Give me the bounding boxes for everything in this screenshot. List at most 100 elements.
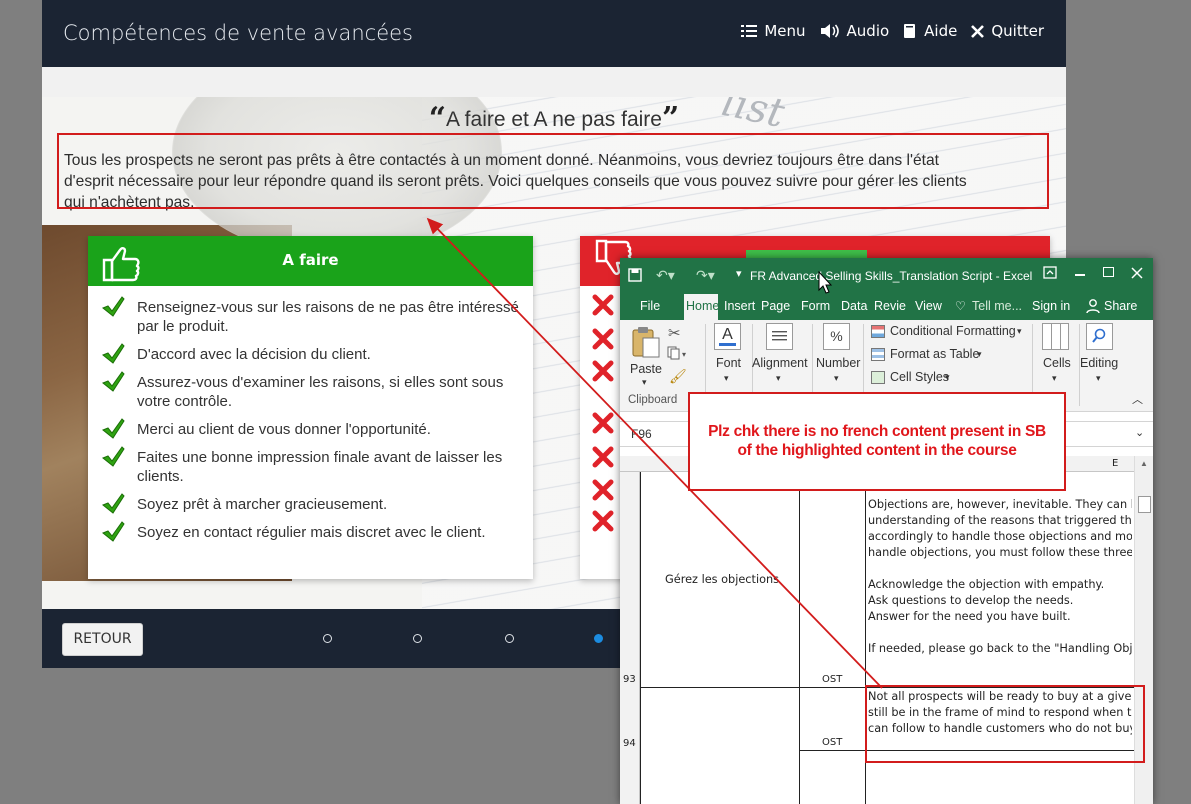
quit-button[interactable]: Quitter: [971, 22, 1044, 40]
open-quote-icon: “: [428, 101, 446, 136]
font-icon[interactable]: A: [714, 323, 741, 350]
cell-styles-icon: [871, 371, 885, 384]
font-group-button[interactable]: Font: [716, 356, 741, 370]
check-icon: [101, 493, 125, 520]
alignment-group-button[interactable]: Alignment: [752, 356, 808, 370]
cell-row93-type[interactable]: OST: [822, 672, 842, 688]
format-painter-icon[interactable]: 🖌: [669, 368, 687, 385]
back-button[interactable]: RETOUR: [62, 623, 143, 656]
tell-me-search[interactable]: Tell me...: [972, 299, 1022, 313]
maximize-icon[interactable]: [1103, 267, 1114, 277]
cell-styles-button[interactable]: Cell Styles: [890, 370, 949, 384]
audio-button[interactable]: Audio: [820, 22, 889, 40]
page-dot-1[interactable]: [323, 634, 332, 643]
cell-row93-english-text[interactable]: Objections are, however, inevitable. The…: [868, 497, 1132, 657]
x-mark-icon: [592, 328, 614, 355]
slide-heading: “A faire et A ne pas faire”: [42, 101, 1066, 136]
cell-line: handle objections, you must follow these…: [868, 546, 1132, 559]
quick-access-dropdown-icon[interactable]: ▾: [736, 267, 742, 280]
sign-in-link[interactable]: Sign in: [1032, 299, 1070, 313]
row-number-94[interactable]: 94: [623, 736, 636, 752]
check-icon: [101, 296, 125, 323]
paste-icon[interactable]: [631, 326, 661, 363]
cell-row94-type[interactable]: OST: [822, 735, 842, 751]
column-divider: [799, 472, 800, 804]
format-as-table-dropdown-icon[interactable]: ▾: [977, 349, 982, 360]
formula-bar-dropdown-icon[interactable]: ⌄: [1135, 426, 1144, 439]
x-mark-icon: [592, 446, 614, 473]
cell-line: Answer for the need you have built.: [868, 610, 1071, 623]
scroll-thumb[interactable]: [1138, 496, 1151, 513]
tab-insert[interactable]: Insert: [724, 299, 755, 313]
cell-line: Ask questions to develop the needs.: [868, 594, 1074, 607]
tab-data[interactable]: Data: [841, 299, 867, 313]
do-item: Soyez en contact régulier mais discret a…: [100, 521, 520, 542]
editing-dropdown-icon[interactable]: ▾: [1096, 373, 1101, 384]
help-label: Aide: [924, 22, 958, 40]
page-dot-2[interactable]: [413, 634, 422, 643]
share-button[interactable]: Share: [1104, 299, 1137, 313]
page-dot-3[interactable]: [505, 634, 514, 643]
conditional-formatting-dropdown-icon[interactable]: ▾: [1017, 326, 1022, 337]
tab-home[interactable]: Home: [684, 294, 718, 320]
cells-icon[interactable]: [1042, 323, 1069, 350]
x-mark-icon: [592, 510, 614, 537]
tab-page-layout[interactable]: Page: [761, 299, 790, 313]
minimize-icon[interactable]: [1075, 274, 1085, 276]
book-icon: [903, 23, 917, 39]
conditional-formatting-icon: [871, 325, 885, 338]
save-icon[interactable]: [628, 268, 642, 287]
redo-icon[interactable]: ↷▾: [696, 267, 715, 284]
window-close-icon[interactable]: [1131, 266, 1143, 284]
do-panel: A faire Renseignez-vous sur les raisons …: [88, 236, 533, 579]
do-item-text: Soyez en contact régulier mais discret a…: [137, 524, 486, 541]
do-item-text: Faites une bonne impression finale avant…: [137, 449, 503, 485]
collapse-ribbon-icon[interactable]: ︿: [1132, 391, 1143, 407]
tab-formulas[interactable]: Form: [801, 299, 831, 313]
magnifier-icon[interactable]: [1086, 323, 1113, 350]
tab-file[interactable]: File: [640, 299, 660, 313]
cells-group-button[interactable]: Cells: [1043, 356, 1071, 370]
do-panel-header: A faire: [88, 236, 533, 286]
cells-dropdown-icon[interactable]: ▾: [1052, 373, 1057, 384]
editing-group-button[interactable]: Editing: [1080, 356, 1118, 370]
number-group-button[interactable]: Number: [816, 356, 860, 370]
cut-icon[interactable]: ✂: [668, 324, 681, 342]
cell-styles-dropdown-icon[interactable]: ▾: [945, 372, 950, 383]
ribbon-display-icon[interactable]: [1043, 266, 1057, 284]
column-header-e[interactable]: E: [1112, 456, 1118, 472]
alignment-dropdown-icon[interactable]: ▾: [776, 373, 781, 384]
cell-line: understanding of the reasons that trigge…: [868, 514, 1132, 527]
clipboard-group-label: Clipboard: [628, 394, 678, 406]
do-item-text: Renseignez-vous sur les raisons de ne pa…: [137, 299, 519, 335]
percent-icon[interactable]: %: [823, 323, 850, 350]
check-icon: [101, 446, 125, 473]
paste-button[interactable]: Paste: [630, 362, 662, 376]
undo-icon[interactable]: ↶▾: [656, 267, 675, 284]
close-icon: [971, 24, 985, 38]
cell-row93-label[interactable]: Gérez les objections: [665, 572, 779, 588]
cell-line: [868, 625, 1132, 641]
x-mark-icon: [592, 412, 614, 439]
row-number-93[interactable]: 93: [623, 672, 636, 688]
course-nav: Menu Audio Aide Quitter: [741, 22, 1044, 40]
tab-review[interactable]: Revie: [874, 299, 906, 313]
font-dropdown-icon[interactable]: ▾: [724, 373, 729, 384]
menu-button[interactable]: Menu: [741, 22, 806, 40]
close-quote-icon: ”: [661, 101, 680, 136]
excel-ribbon-tabs: File Home Insert Page Form Data Revie Vi…: [620, 294, 1153, 320]
format-as-table-button[interactable]: Format as Table: [890, 347, 979, 361]
copy-icon[interactable]: ▾: [667, 346, 689, 365]
list-icon: [741, 24, 758, 38]
help-button[interactable]: Aide: [903, 22, 957, 40]
scroll-up-icon[interactable]: ▲: [1140, 459, 1148, 468]
review-comment-callout: Plz chk there is no french content prese…: [688, 392, 1066, 491]
number-dropdown-icon[interactable]: ▾: [834, 373, 839, 384]
conditional-formatting-button[interactable]: Conditional Formatting: [890, 324, 1016, 338]
cell-line: Acknowledge the objection with empathy.: [868, 578, 1105, 591]
alignment-icon[interactable]: [766, 323, 793, 350]
tab-view[interactable]: View: [915, 299, 942, 313]
paste-dropdown-icon[interactable]: ▾: [642, 377, 647, 388]
name-box[interactable]: F96: [631, 427, 652, 441]
page-dot-4[interactable]: [594, 634, 603, 643]
